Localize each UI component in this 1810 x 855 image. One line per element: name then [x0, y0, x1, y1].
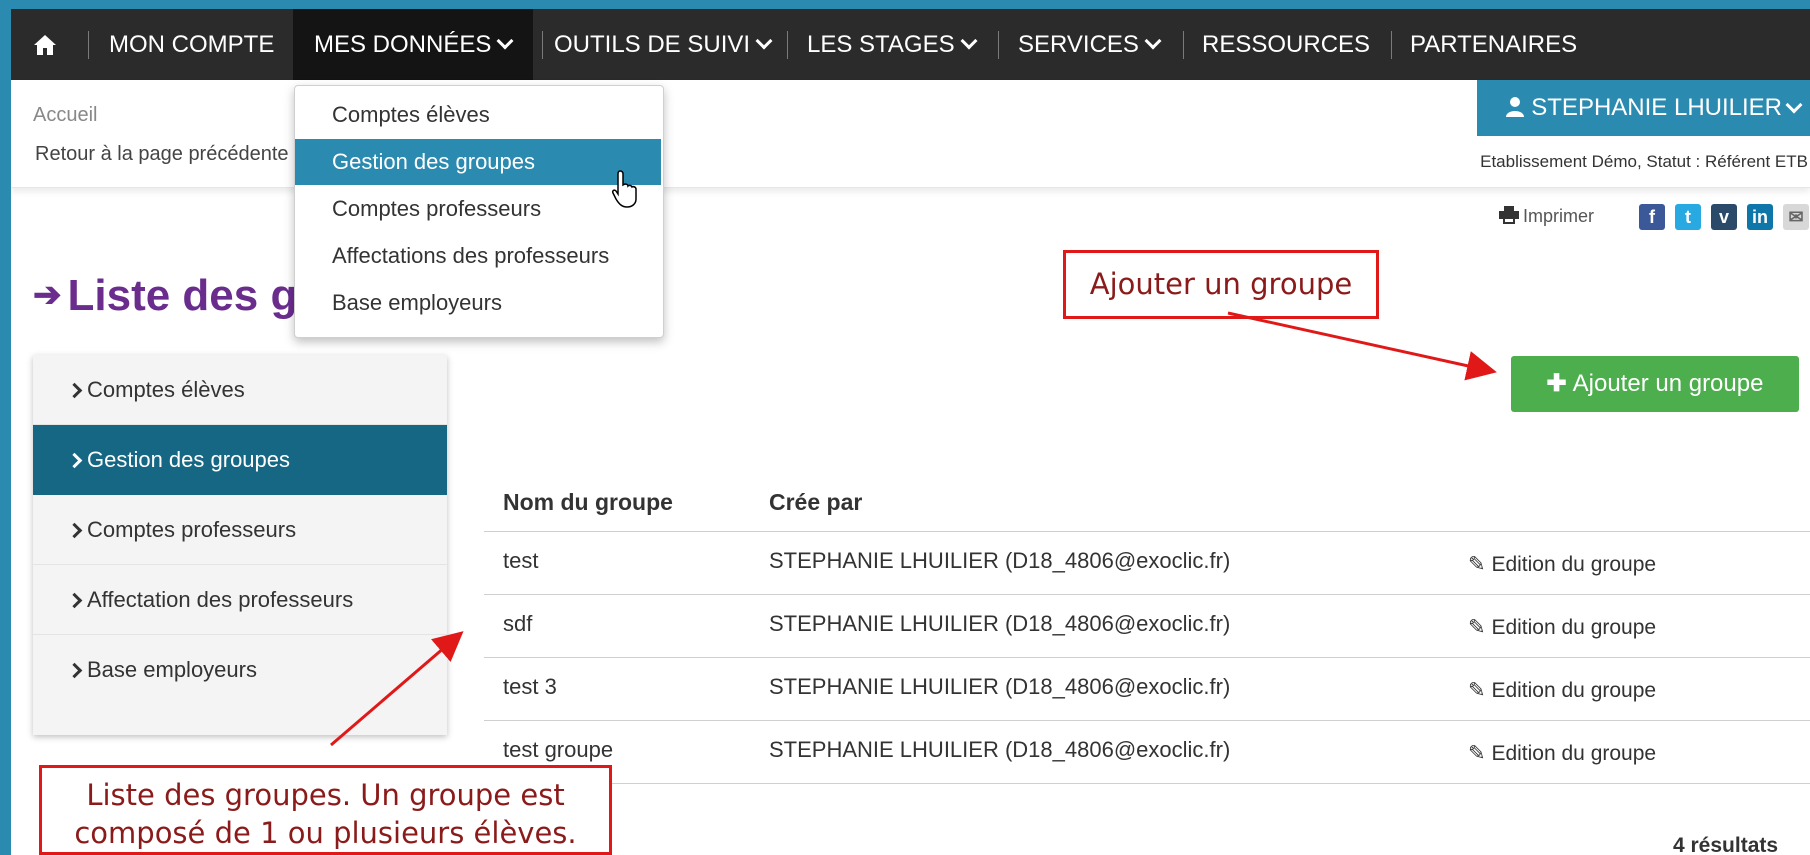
breadcrumb[interactable]: Accueil [33, 104, 97, 127]
group-creator: STEPHANIE LHUILIER (D18_4806@exoclic.fr) [769, 674, 1231, 699]
sidebar-item-label: Gestion des groupes [87, 447, 291, 472]
arrow-right-icon: ➔ [33, 276, 62, 314]
add-group-label: Ajouter un groupe [1572, 370, 1764, 397]
nav-partenaires[interactable]: PARTENAIRES [1410, 9, 1577, 80]
app-frame: MON COMPTE MES DONNÉES OUTILS DE SUIVI L… [11, 9, 1810, 855]
nav-stages-label: LES STAGES [807, 31, 955, 58]
user-status: Etablissement Démo, Statut : Référent ET… [1480, 152, 1808, 171]
pencil-icon: ✎ [1468, 742, 1486, 765]
viadeo-icon[interactable]: v [1711, 204, 1737, 230]
edit-group-link[interactable]: ✎ Edition du groupe [1468, 615, 1656, 640]
print-label: Imprimer [1523, 206, 1594, 226]
table-row: test 3 STEPHANIE LHUILIER (D18_4806@exoc… [484, 657, 1810, 721]
table-bottom-border [484, 783, 1810, 784]
chevron-down-icon [960, 32, 978, 50]
chevron-down-icon [1144, 32, 1162, 50]
chevron-right-icon [66, 452, 83, 469]
group-name: test 3 [503, 674, 557, 699]
nav-outils-de-suivi[interactable]: OUTILS DE SUIVI [554, 9, 773, 80]
group-creator: STEPHANIE LHUILIER (D18_4806@exoclic.fr) [769, 737, 1231, 762]
nav-home[interactable] [29, 9, 69, 80]
group-name: sdf [503, 611, 533, 636]
edit-group-label: Edition du groupe [1491, 679, 1657, 702]
dropdown-item-gestion-des-groupes[interactable]: Gestion des groupes [295, 139, 661, 185]
dropdown-item-comptes-eleves[interactable]: Comptes élèves [295, 92, 661, 138]
sidebar-item-label: Comptes professeurs [87, 517, 297, 542]
chevron-right-icon [66, 522, 83, 539]
dropdown-item-base-employeurs[interactable]: Base employeurs [295, 280, 661, 326]
add-group-button[interactable]: ✚ Ajouter un groupe [1511, 356, 1799, 412]
group-creator: STEPHANIE LHUILIER (D18_4806@exoclic.fr) [769, 611, 1231, 636]
back-link[interactable]: Retour à la page précédente [35, 143, 289, 166]
top-navbar: MON COMPTE MES DONNÉES OUTILS DE SUIVI L… [11, 9, 1810, 80]
sidebar-item-comptes-professeurs[interactable]: Comptes professeurs [33, 495, 447, 565]
callout-group-list-line1: Liste des groupes. Un groupe est [86, 778, 565, 812]
edit-group-label: Edition du groupe [1491, 553, 1657, 576]
sidebar-item-gestion-des-groupes[interactable]: Gestion des groupes [33, 425, 447, 495]
nav-services-label: SERVICES [1018, 31, 1139, 58]
user-name: STEPHANIE LHUILIER [1531, 94, 1782, 121]
sidebar-item-label: Comptes élèves [87, 377, 245, 402]
table-row: sdf STEPHANIE LHUILIER (D18_4806@exoclic… [484, 594, 1810, 658]
arrow-to-add-button [1227, 311, 1497, 381]
nav-outils-label: OUTILS DE SUIVI [554, 31, 751, 58]
edit-group-link[interactable]: ✎ Edition du groupe [1468, 552, 1656, 577]
sidebar: Comptes élèves Gestion des groupes Compt… [33, 355, 447, 735]
pencil-icon: ✎ [1468, 679, 1486, 702]
nav-mes-donnees[interactable]: MES DONNÉES [293, 9, 533, 80]
chevron-down-icon [1785, 96, 1803, 114]
column-header-name: Nom du groupe [503, 489, 673, 515]
chevron-right-icon [66, 592, 83, 609]
nav-services[interactable]: SERVICES [1018, 9, 1162, 80]
edit-group-label: Edition du groupe [1491, 616, 1657, 639]
callout-add-group: Ajouter un groupe [1063, 250, 1379, 319]
dropdown-item-affectations-des-professeurs[interactable]: Affectations des professeurs [295, 233, 661, 279]
mail-icon[interactable]: ✉ [1783, 204, 1809, 230]
table-row: test STEPHANIE LHUILIER (D18_4806@exocli… [484, 531, 1810, 595]
sidebar-item-base-employeurs[interactable]: Base employeurs [33, 635, 447, 705]
table-row: test groupe STEPHANIE LHUILIER (D18_4806… [484, 720, 1810, 784]
nav-ressources[interactable]: RESSOURCES [1202, 9, 1370, 80]
results-count: 4 résultats [1673, 834, 1779, 855]
nav-mes-donnees-label: MES DONNÉES [314, 31, 492, 58]
chevron-down-icon [755, 32, 773, 50]
nav-les-stages[interactable]: LES STAGES [807, 9, 978, 80]
user-menu-button[interactable]: STEPHANIE LHUILIER [1477, 80, 1810, 136]
pencil-icon: ✎ [1468, 553, 1486, 576]
sidebar-item-affectation-des-professeurs[interactable]: Affectation des professeurs [33, 565, 447, 635]
group-creator: STEPHANIE LHUILIER (D18_4806@exoclic.fr) [769, 548, 1231, 573]
callout-group-list: Liste des groupes. Un groupe est composé… [39, 765, 612, 855]
plus-icon: ✚ [1546, 370, 1567, 397]
user-icon [1506, 97, 1525, 117]
linkedin-icon[interactable]: in [1747, 204, 1773, 230]
edit-group-link[interactable]: ✎ Edition du groupe [1468, 741, 1656, 766]
print-link[interactable]: Imprimer [1499, 206, 1594, 227]
nav-mon-compte[interactable]: MON COMPTE [109, 9, 274, 80]
printer-icon [1499, 206, 1519, 224]
group-name: test [503, 548, 539, 573]
home-icon [34, 35, 56, 55]
mes-donnees-dropdown: Comptes élèves Gestion des groupes Compt… [294, 85, 664, 338]
dropdown-item-comptes-professeurs[interactable]: Comptes professeurs [295, 186, 661, 232]
pencil-icon: ✎ [1468, 616, 1486, 639]
sidebar-item-label: Base employeurs [87, 657, 257, 682]
chevron-right-icon [66, 662, 83, 679]
edit-group-link[interactable]: ✎ Edition du groupe [1468, 678, 1656, 703]
subheader: Accueil Retour à la page précédente STEP… [11, 80, 1810, 188]
column-header-creator: Crée par [769, 489, 863, 515]
sidebar-item-comptes-eleves[interactable]: Comptes élèves [33, 355, 447, 425]
sidebar-item-label: Affectation des professeurs [87, 587, 354, 612]
chevron-down-icon [496, 32, 514, 50]
twitter-icon[interactable]: t [1675, 204, 1701, 230]
facebook-icon[interactable]: f [1639, 204, 1665, 230]
hand-cursor-icon [612, 170, 637, 208]
edit-group-label: Edition du groupe [1491, 742, 1657, 765]
chevron-right-icon [66, 382, 83, 399]
group-name: test groupe [503, 737, 614, 762]
callout-group-list-line2: composé de 1 ou plusieurs élèves. [74, 816, 577, 850]
